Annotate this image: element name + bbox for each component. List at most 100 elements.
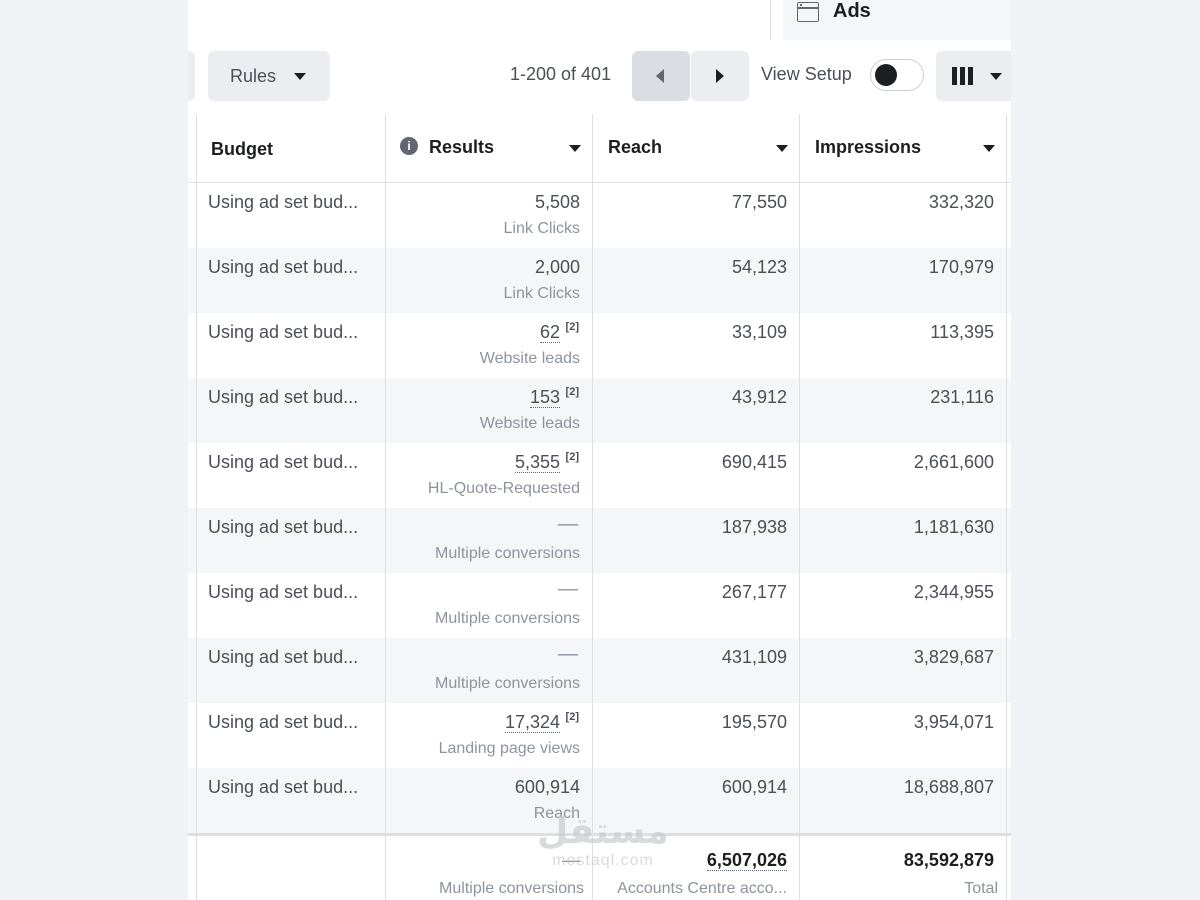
column-header-reach[interactable]: Reach	[593, 114, 800, 182]
ad-window-icon	[797, 2, 819, 22]
row-edge	[188, 638, 197, 703]
summary-impressions-cell: 83,592,879 Total	[800, 836, 1007, 900]
column-header-impressions[interactable]: Impressions	[800, 114, 1007, 182]
next-page-button[interactable]	[691, 51, 749, 101]
info-icon[interactable]: i	[400, 137, 418, 155]
row-edge	[188, 508, 197, 573]
impressions-value: 170,979	[928, 257, 994, 277]
summary-budget-cell	[197, 836, 386, 900]
previous-page-button[interactable]	[632, 51, 690, 101]
rules-dropdown-button[interactable]: Rules	[208, 51, 330, 101]
impressions-value: 1,181,630	[913, 517, 994, 537]
sort-caret-icon[interactable]	[983, 145, 995, 152]
budget-value: Using ad set bud...	[208, 452, 359, 472]
results-value: —	[558, 643, 578, 665]
reach-value: 600,914	[721, 777, 787, 797]
budget-value: Using ad set bud...	[208, 647, 359, 667]
column-label-reach: Reach	[608, 137, 663, 157]
results-value[interactable]: 62	[539, 322, 560, 343]
table-row[interactable]: Using ad set bud... — Multiple conversions…	[188, 508, 1011, 573]
budget-cell: Using ad set bud...	[197, 313, 386, 378]
column-header-budget[interactable]: Budget	[197, 114, 386, 182]
results-cell: — Multiple conversions	[386, 638, 593, 703]
table-row[interactable]: Using ad set bud... 153 [2] Website leads 43…	[188, 378, 1011, 443]
table-row[interactable]: Using ad set bud... 2,000 Link Clicks 54,12…	[188, 248, 1011, 313]
column-header-results[interactable]: i Results	[386, 114, 593, 182]
results-cell: 5,355 [2] HL-Quote-Requested	[386, 443, 593, 508]
row-edge	[188, 248, 197, 313]
impressions-value: 231,116	[930, 387, 994, 407]
impressions-cell: 113,395	[800, 313, 1007, 378]
reach-value: 187,938	[721, 517, 787, 537]
reach-cell: 33,109	[593, 313, 800, 378]
budget-value: Using ad set bud...	[208, 517, 359, 537]
results-type: Multiple conversions	[435, 675, 580, 692]
tab-ads[interactable]: Ads	[783, 0, 1011, 40]
results-cell: — Multiple conversions	[386, 573, 593, 638]
results-value: 2,000	[534, 257, 580, 277]
column-label-impressions: Impressions	[815, 137, 922, 157]
table-row[interactable]: Using ad set bud... 62 [2] Website leads 33,…	[188, 313, 1011, 378]
results-type: Link Clicks	[503, 285, 580, 302]
reach-value: 195,570	[721, 712, 787, 732]
impressions-cell: 2,344,955	[800, 573, 1007, 638]
results-type: HL-Quote-Requested	[427, 480, 580, 497]
reach-value: 431,109	[721, 647, 787, 667]
row-edge	[188, 313, 197, 378]
reach-cell: 77,550	[593, 183, 800, 248]
results-type: Website leads	[479, 415, 580, 432]
table-row[interactable]: Using ad set bud... 5,355 [2] HL-Quote-Requ…	[188, 443, 1011, 508]
table-header: Budget i Results Reach Impressions	[188, 114, 1011, 183]
results-value[interactable]: 5,355	[514, 452, 560, 473]
budget-cell: Using ad set bud...	[197, 638, 386, 703]
reach-cell: 267,177	[593, 573, 800, 638]
impressions-cell: 2,661,600	[800, 443, 1007, 508]
results-value[interactable]: 17,324	[504, 712, 560, 733]
results-type: Multiple conversions	[435, 545, 580, 562]
impressions-cell: 3,954,071	[800, 703, 1007, 768]
row-edge	[188, 443, 197, 508]
results-value[interactable]: 153	[529, 387, 560, 408]
results-footnote: [2]	[565, 451, 579, 463]
top-bar-divider	[770, 0, 771, 40]
top-bar: Ads	[188, 0, 1011, 40]
columns-dropdown-button[interactable]	[936, 51, 1011, 101]
view-setup-toggle[interactable]	[870, 59, 924, 91]
pagination-range: 1-200 of 401	[510, 64, 612, 84]
budget-cell: Using ad set bud...	[197, 248, 386, 313]
results-cell: — Multiple conversions	[386, 508, 593, 573]
row-edge	[188, 703, 197, 768]
reach-cell: 187,938	[593, 508, 800, 573]
reach-value: 690,415	[721, 452, 787, 472]
watermark: مستقل mostaql.com	[528, 812, 678, 900]
table-row[interactable]: Using ad set bud... — Multiple conversions…	[188, 573, 1011, 638]
table-row[interactable]: Using ad set bud... 5,508 Link Clicks 77,55…	[188, 183, 1011, 248]
row-edge	[188, 768, 197, 833]
impressions-cell: 332,320	[800, 183, 1007, 248]
results-value: 5,508	[534, 192, 580, 212]
budget-value: Using ad set bud...	[208, 387, 359, 407]
impressions-value: 3,829,687	[913, 647, 994, 667]
row-edge	[188, 183, 197, 248]
results-footnote: [2]	[565, 711, 579, 723]
watermark-logo: مستقل	[537, 811, 669, 852]
budget-cell: Using ad set bud...	[197, 768, 386, 833]
impressions-value: 332,320	[928, 192, 994, 212]
table-toolbar: Rules 1-200 of 401 View Setup	[188, 40, 1011, 115]
sort-caret-icon[interactable]	[569, 145, 581, 152]
budget-value: Using ad set bud...	[208, 582, 359, 602]
table-row[interactable]: Using ad set bud... — Multiple conversions…	[188, 638, 1011, 703]
column-label-budget: Budget	[211, 139, 273, 159]
budget-value: Using ad set bud...	[208, 777, 359, 797]
impressions-value: 3,954,071	[913, 712, 994, 732]
table-row[interactable]: Using ad set bud... 17,324 [2] Landing page…	[188, 703, 1011, 768]
impressions-cell: 231,116	[800, 378, 1007, 443]
summary-impressions-sub: Total	[964, 880, 998, 897]
previous-toolbar-button[interactable]	[188, 51, 195, 101]
summary-reach-value[interactable]: 6,507,026	[706, 850, 787, 871]
impressions-cell: 18,688,807	[800, 768, 1007, 833]
impressions-cell: 1,181,630	[800, 508, 1007, 573]
row-edge	[188, 573, 197, 638]
sort-caret-icon[interactable]	[776, 145, 788, 152]
chevron-down-icon	[294, 73, 306, 80]
